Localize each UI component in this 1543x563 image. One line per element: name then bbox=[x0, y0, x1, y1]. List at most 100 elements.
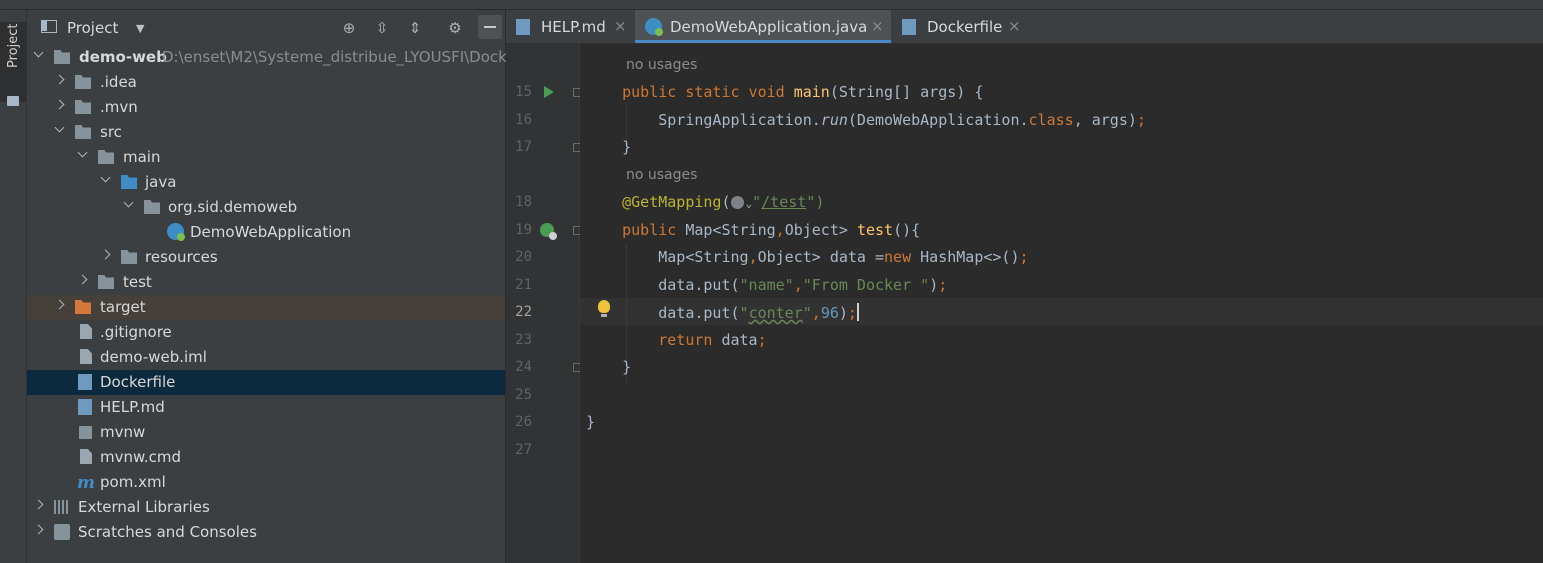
tree-item-label: resources bbox=[145, 248, 218, 266]
code-line-23: return data; bbox=[586, 331, 766, 349]
tree-item-label: HELP.md bbox=[100, 398, 165, 416]
tree-item-package[interactable]: org.sid.demoweb bbox=[27, 195, 505, 220]
collapse-all-icon[interactable]: ⇕ bbox=[405, 18, 425, 38]
chevron-right-icon[interactable] bbox=[78, 275, 88, 285]
project-panel: Project ▼ ⊕ ⇳ ⇕ ⚙ demo-web D:\enset\M2\S… bbox=[27, 10, 507, 563]
usages-hint[interactable]: no usages bbox=[626, 57, 697, 73]
tree-item-iml[interactable]: demo-web.iml bbox=[27, 345, 505, 370]
code-text: Object> data = bbox=[757, 248, 885, 266]
code-text: } bbox=[586, 413, 596, 431]
tree-item-label: DemoWebApplication bbox=[190, 223, 352, 241]
tree-item-dockerfile[interactable]: Dockerfile bbox=[27, 370, 505, 395]
text-file-icon bbox=[80, 449, 92, 464]
tab-demowebapplication[interactable]: DemoWebApplication.java × bbox=[635, 10, 891, 43]
tree-item-src[interactable]: src bbox=[27, 120, 505, 145]
project-panel-title[interactable]: Project bbox=[67, 19, 118, 37]
tree-item-demowebapplication[interactable]: DemoWebApplication bbox=[27, 220, 505, 245]
code-text: data.put( bbox=[658, 276, 740, 294]
tree-item-label: External Libraries bbox=[78, 498, 210, 516]
close-icon[interactable]: × bbox=[614, 17, 627, 35]
tree-item-label: demo-web.iml bbox=[100, 348, 207, 366]
expand-all-icon[interactable]: ⇳ bbox=[372, 18, 392, 38]
chevron-right-icon[interactable] bbox=[34, 525, 44, 535]
project-tool-button[interactable]: Project bbox=[0, 22, 26, 106]
line-number: 25 bbox=[515, 387, 532, 403]
tree-item-gitignore[interactable]: .gitignore bbox=[27, 320, 505, 345]
code-keyword: public static void bbox=[622, 83, 794, 101]
source-folder-icon bbox=[121, 175, 137, 189]
tree-item-label: org.sid.demoweb bbox=[168, 198, 298, 216]
line-number: 18 bbox=[515, 194, 532, 210]
tree-item-target[interactable]: target bbox=[27, 295, 505, 320]
tree-item-mvn[interactable]: .mvn bbox=[27, 95, 505, 120]
code-text: Map<String bbox=[658, 248, 749, 266]
globe-icon[interactable] bbox=[730, 196, 744, 209]
chevron-right-icon[interactable] bbox=[101, 250, 111, 260]
tree-item-scratches[interactable]: Scratches and Consoles bbox=[27, 520, 505, 545]
close-icon[interactable]: × bbox=[871, 17, 884, 35]
tree-item-mvnw-cmd[interactable]: mvnw.cmd bbox=[27, 445, 505, 470]
project-tool-label: Project bbox=[6, 23, 21, 68]
code-text: (String[] args) { bbox=[829, 83, 984, 101]
locate-file-icon[interactable]: ⊕ bbox=[339, 18, 359, 38]
line-number: 19 bbox=[515, 222, 532, 238]
web-endpoint-icon[interactable] bbox=[540, 223, 557, 240]
package-icon bbox=[144, 200, 160, 214]
resources-folder-icon bbox=[121, 250, 137, 264]
tree-item-pom[interactable]: m pom.xml bbox=[27, 470, 505, 495]
code-line-15: public static void main(String[] args) { bbox=[586, 83, 983, 101]
scratches-icon bbox=[54, 524, 70, 540]
editor-gutter[interactable]: 15 16 17 18 19 20 21 22 23 24 25 26 27 bbox=[506, 44, 582, 563]
code-keyword: public bbox=[622, 221, 686, 239]
hide-panel-button[interactable] bbox=[478, 15, 502, 39]
tree-item-resources[interactable]: resources bbox=[27, 245, 505, 270]
chevron-down-icon[interactable] bbox=[124, 200, 134, 210]
code-url-link[interactable]: /test bbox=[761, 193, 806, 211]
chevron-down-icon[interactable] bbox=[55, 125, 65, 135]
code-string: "From Docker " bbox=[802, 276, 930, 294]
tab-dockerfile[interactable]: Dockerfile × bbox=[892, 10, 1032, 43]
tree-item-path: D:\enset\M2\Systeme_distribue_LYOUSFI\Do… bbox=[162, 48, 507, 66]
tree-item-main[interactable]: main bbox=[27, 145, 505, 170]
tree-item-test[interactable]: test bbox=[27, 270, 505, 295]
close-icon[interactable]: × bbox=[1008, 17, 1021, 35]
chevron-down-icon[interactable]: ▼ bbox=[136, 22, 144, 35]
chevron-right-icon[interactable] bbox=[55, 100, 65, 110]
code-static-call: run bbox=[820, 111, 848, 129]
chevron-down-icon[interactable] bbox=[78, 150, 88, 160]
code-line-16: SpringApplication.run(DemoWebApplication… bbox=[586, 111, 1146, 129]
tree-item-label: main bbox=[123, 148, 161, 166]
line-number: 27 bbox=[515, 442, 532, 458]
code-line-22: data.put("conter",96); bbox=[586, 303, 859, 322]
tree-item-help-md[interactable]: HELP.md bbox=[27, 395, 505, 420]
line-number: 26 bbox=[515, 414, 532, 430]
tree-item-label: demo-web bbox=[79, 48, 167, 66]
code-comma: , bbox=[775, 221, 785, 239]
tree-item-label: java bbox=[145, 173, 177, 191]
code-string: "name" bbox=[739, 276, 794, 294]
chevron-right-icon[interactable] bbox=[55, 300, 65, 310]
code-string: " bbox=[752, 193, 762, 211]
chevron-right-icon[interactable] bbox=[34, 500, 44, 510]
tree-item-mvnw[interactable]: mvnw bbox=[27, 420, 505, 445]
folder-icon bbox=[75, 125, 91, 139]
tree-item-idea[interactable]: .idea bbox=[27, 70, 505, 95]
chevron-right-icon[interactable] bbox=[55, 75, 65, 85]
spring-boot-class-icon bbox=[167, 223, 185, 241]
tree-item-java[interactable]: java bbox=[27, 170, 505, 195]
tree-item-external-libraries[interactable]: External Libraries bbox=[27, 495, 505, 520]
code-line-21: data.put("name","From Docker "); bbox=[586, 276, 947, 294]
module-folder-icon bbox=[54, 50, 70, 64]
chevron-down-icon[interactable] bbox=[101, 175, 111, 185]
folder-icon bbox=[98, 150, 114, 164]
usages-hint[interactable]: no usages bbox=[626, 167, 697, 183]
run-icon[interactable] bbox=[544, 86, 554, 98]
chevron-down-icon[interactable] bbox=[34, 50, 44, 60]
tab-help-md[interactable]: HELP.md × bbox=[506, 10, 634, 43]
code-editor[interactable]: no usages public static void main(String… bbox=[580, 44, 1543, 563]
gear-icon[interactable]: ⚙ bbox=[445, 18, 465, 38]
code-text: HashMap<>() bbox=[920, 248, 1020, 266]
tree-item-demo-web[interactable]: demo-web D:\enset\M2\Systeme_distribue_L… bbox=[27, 45, 507, 70]
code-comma: , bbox=[748, 248, 758, 266]
editor-tabs: HELP.md × DemoWebApplication.java × Dock… bbox=[506, 10, 1543, 44]
